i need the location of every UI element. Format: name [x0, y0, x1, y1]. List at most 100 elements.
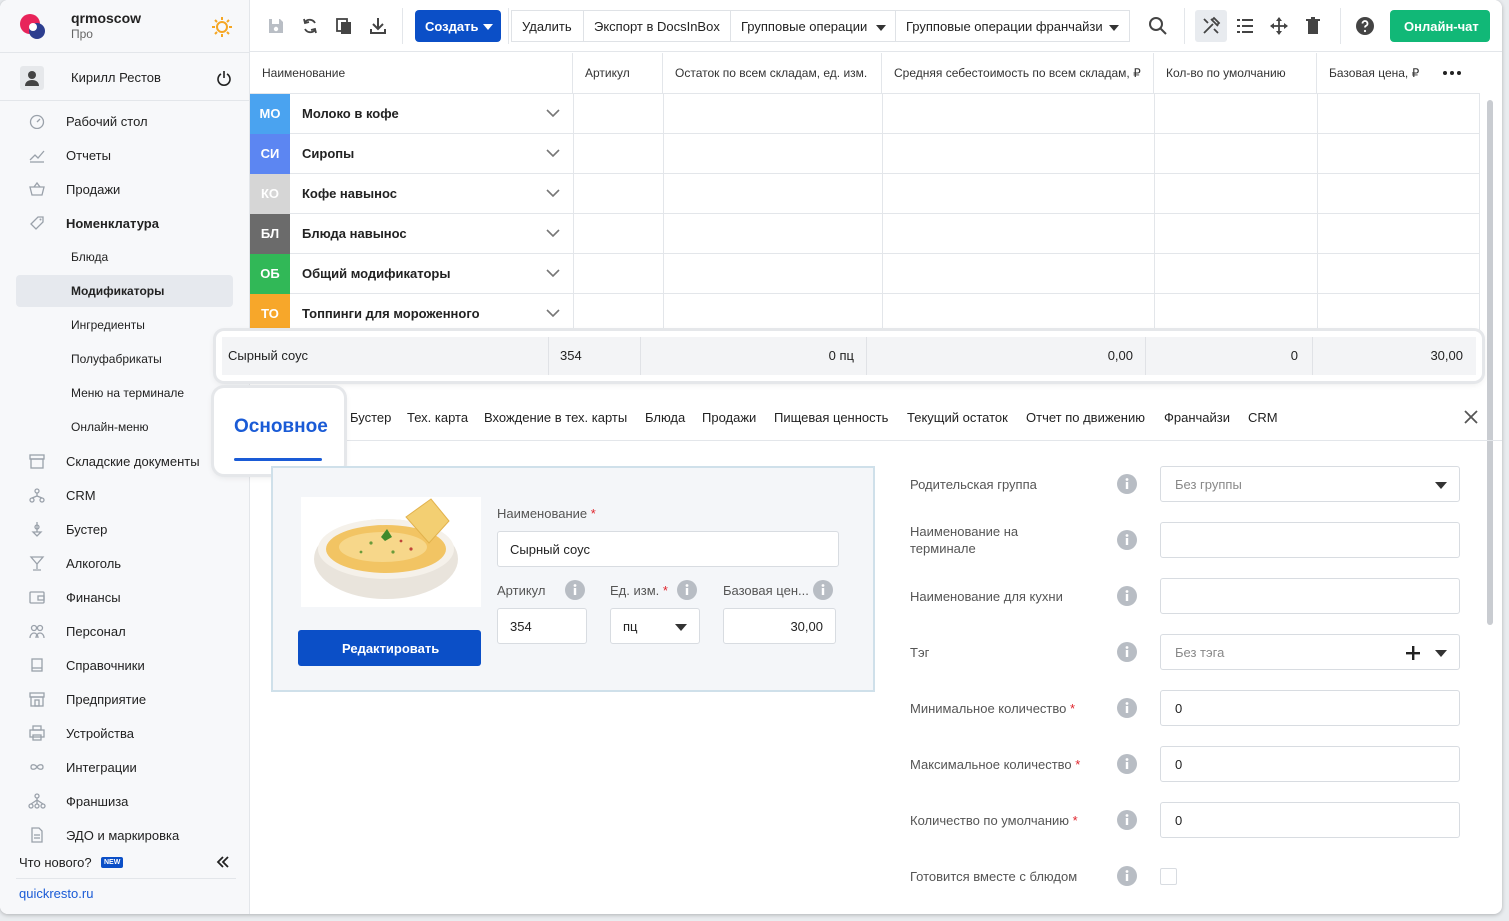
column-header-name[interactable]: Наименование	[250, 53, 573, 93]
list-icon[interactable]	[1235, 16, 1255, 36]
group-row[interactable]: СИ Сиропы	[250, 134, 1480, 174]
collapse-sidebar-icon[interactable]	[216, 855, 230, 869]
sidebar-item-edo[interactable]: ЭДО и маркировка	[16, 819, 233, 851]
parent-group-select[interactable]: Без группы	[1160, 466, 1460, 502]
selected-row[interactable]: Сырный соус 354 0 пц 0,00 0 30,00	[216, 331, 1482, 381]
chevron-down-icon[interactable]	[546, 308, 560, 318]
help-icon[interactable]	[1355, 16, 1375, 36]
default-qty-input[interactable]: 0	[1160, 802, 1460, 838]
name-input[interactable]: Сырный соус	[497, 531, 839, 567]
sidebar-item-terminal-menu[interactable]: Меню на терминале	[16, 377, 233, 409]
create-button[interactable]: Создать	[415, 10, 501, 42]
info-icon[interactable]	[1117, 474, 1137, 494]
power-icon[interactable]	[216, 70, 232, 86]
tab-current-stock[interactable]: Текущий остаток	[907, 410, 1008, 425]
info-icon[interactable]	[1117, 698, 1137, 718]
sidebar-item-enterprise[interactable]: Предприятие	[16, 683, 233, 715]
tab-movement-report[interactable]: Отчет по движению	[1026, 410, 1145, 425]
edit-button[interactable]: Редактировать	[298, 630, 481, 666]
tab-dishes[interactable]: Блюда	[645, 410, 685, 425]
column-header-stock[interactable]: Остаток по всем складам, ед. изм.	[663, 53, 882, 93]
info-icon[interactable]	[1117, 586, 1137, 606]
copy-icon[interactable]	[334, 16, 354, 36]
max-qty-input[interactable]: 0	[1160, 746, 1460, 782]
delete-button[interactable]: Удалить	[511, 10, 584, 42]
sidebar-item-finance[interactable]: Финансы	[16, 581, 233, 613]
group-row[interactable]: ТО Топпинги для мороженного	[250, 294, 1480, 334]
group-row[interactable]: ОБ Общий модификаторы	[250, 254, 1480, 294]
plus-icon[interactable]	[1405, 645, 1421, 661]
chevron-down-icon[interactable]	[546, 188, 560, 198]
refresh-icon[interactable]	[300, 16, 320, 36]
tab-franchisees[interactable]: Франчайзи	[1164, 410, 1230, 425]
group-row[interactable]: БЛ Блюда навынос	[250, 214, 1480, 254]
whats-new-link[interactable]: Что нового?	[19, 855, 92, 870]
info-icon[interactable]	[1117, 810, 1137, 830]
chevron-down-icon[interactable]	[546, 148, 560, 158]
sidebar-item-integrations[interactable]: Интеграции	[16, 751, 233, 783]
tab-main[interactable]: Основное	[214, 388, 344, 474]
sidebar-item-online-menu[interactable]: Онлайн-меню	[16, 411, 233, 443]
sidebar-item-directories[interactable]: Справочники	[16, 649, 233, 681]
tag-select[interactable]: Без тэга	[1160, 634, 1460, 670]
sidebar-item-dashboard[interactable]: Рабочий стол	[16, 105, 233, 137]
info-icon[interactable]	[1117, 530, 1137, 550]
sidebar-item-alcohol[interactable]: Алкоголь	[16, 547, 233, 579]
export-docsinbox-button[interactable]: Экспорт в DocsInBox	[583, 10, 731, 42]
close-icon[interactable]	[1463, 409, 1479, 425]
column-header-avg-cost[interactable]: Средняя себестоимость по всем складам, ₽	[882, 53, 1154, 93]
info-icon[interactable]	[1117, 866, 1137, 886]
info-icon[interactable]	[677, 580, 697, 600]
site-link[interactable]: quickresto.ru	[19, 886, 93, 901]
sidebar-item-sales[interactable]: Продажи	[16, 173, 233, 205]
search-icon[interactable]	[1148, 16, 1168, 36]
chevron-down-icon[interactable]	[546, 108, 560, 118]
scrollbar[interactable]	[1487, 100, 1493, 625]
info-icon[interactable]	[813, 580, 833, 600]
terminal-name-input[interactable]	[1160, 522, 1460, 558]
sidebar-item-reports[interactable]: Отчеты	[16, 139, 233, 171]
sidebar-item-ingredients[interactable]: Ингредиенты	[16, 309, 233, 341]
group-operations-franchise-dropdown[interactable]: Групповые операции франчайзи	[895, 10, 1130, 42]
move-icon[interactable]	[1269, 16, 1289, 36]
trash-icon[interactable]	[1303, 16, 1323, 36]
sidebar-item-dishes[interactable]: Блюда	[16, 241, 233, 273]
info-icon[interactable]	[565, 580, 585, 600]
sidebar-item-warehouse-docs[interactable]: Складские документы	[16, 445, 233, 477]
sidebar-item-crm[interactable]: CRM	[16, 479, 233, 511]
sidebar-item-nomenclature[interactable]: Номенклатура	[16, 207, 233, 239]
tools-button[interactable]	[1195, 10, 1227, 42]
chevron-down-icon[interactable]	[546, 268, 560, 278]
chevron-down-icon[interactable]	[546, 228, 560, 238]
base-price-input[interactable]: 30,00	[723, 608, 836, 644]
tab-nutrition[interactable]: Пищевая ценность	[774, 410, 888, 425]
sun-icon[interactable]	[211, 16, 233, 38]
group-row[interactable]: МО Молоко в кофе	[250, 94, 1480, 134]
kitchen-name-input[interactable]	[1160, 578, 1460, 614]
save-icon[interactable]	[266, 16, 286, 36]
article-input[interactable]: 354	[497, 608, 587, 644]
group-operations-dropdown[interactable]: Групповые операции	[730, 10, 896, 42]
sidebar-item-devices[interactable]: Устройства	[16, 717, 233, 749]
download-icon[interactable]	[368, 16, 388, 36]
column-header-default-qty[interactable]: Кол-во по умолчанию	[1154, 53, 1317, 93]
user-profile[interactable]: Кирилл Рестов	[18, 62, 240, 94]
tab-sales[interactable]: Продажи	[702, 410, 756, 425]
brand[interactable]: qrmoscow Про	[18, 8, 243, 48]
tab-tech-card-usage[interactable]: Вхождение в тех. карты	[484, 410, 627, 425]
tab-crm[interactable]: CRM	[1248, 410, 1278, 425]
column-header-article[interactable]: Артикул	[573, 53, 663, 93]
cooked-with-dish-checkbox[interactable]	[1160, 868, 1177, 885]
unit-select[interactable]: пц	[610, 608, 700, 644]
sidebar-item-franchise[interactable]: Франшиза	[16, 785, 233, 817]
online-chat-button[interactable]: Онлайн-чат	[1390, 10, 1490, 42]
more-options-icon[interactable]	[1442, 69, 1462, 77]
sidebar-item-semi-finished[interactable]: Полуфабрикаты	[16, 343, 233, 375]
sidebar-item-staff[interactable]: Персонал	[16, 615, 233, 647]
tab-booster[interactable]: Бустер	[350, 410, 391, 425]
group-row[interactable]: КО Кофе навынос	[250, 174, 1480, 214]
info-icon[interactable]	[1117, 754, 1137, 774]
info-icon[interactable]	[1117, 642, 1137, 662]
sidebar-item-booster[interactable]: Бустер	[16, 513, 233, 545]
tab-tech-card[interactable]: Тех. карта	[407, 410, 468, 425]
